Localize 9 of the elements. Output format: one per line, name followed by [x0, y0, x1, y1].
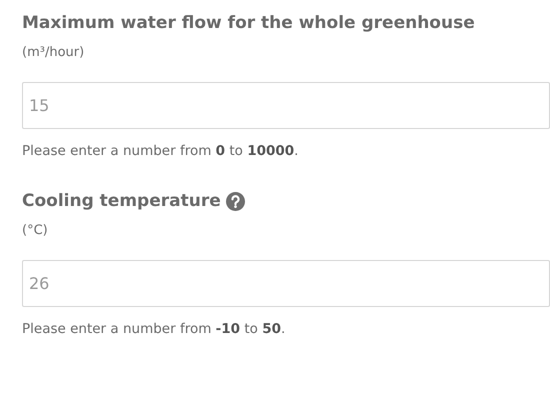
input-field[interactable]: 26 — [22, 260, 550, 307]
unit-label: (°C) — [22, 222, 49, 240]
field-label: Cooling temperature — [22, 191, 221, 211]
help-icon[interactable] — [226, 192, 245, 210]
input-field[interactable]: 15 — [22, 82, 550, 129]
field-label: Maximum water flow for the whole greenhouse — [22, 13, 475, 33]
hint-text: Please enter a number from 0 to 10000. — [22, 142, 300, 160]
unit-label: (m³/hour) — [22, 44, 86, 62]
hint-text: Please enter a number from -10 to 50. — [22, 320, 286, 338]
